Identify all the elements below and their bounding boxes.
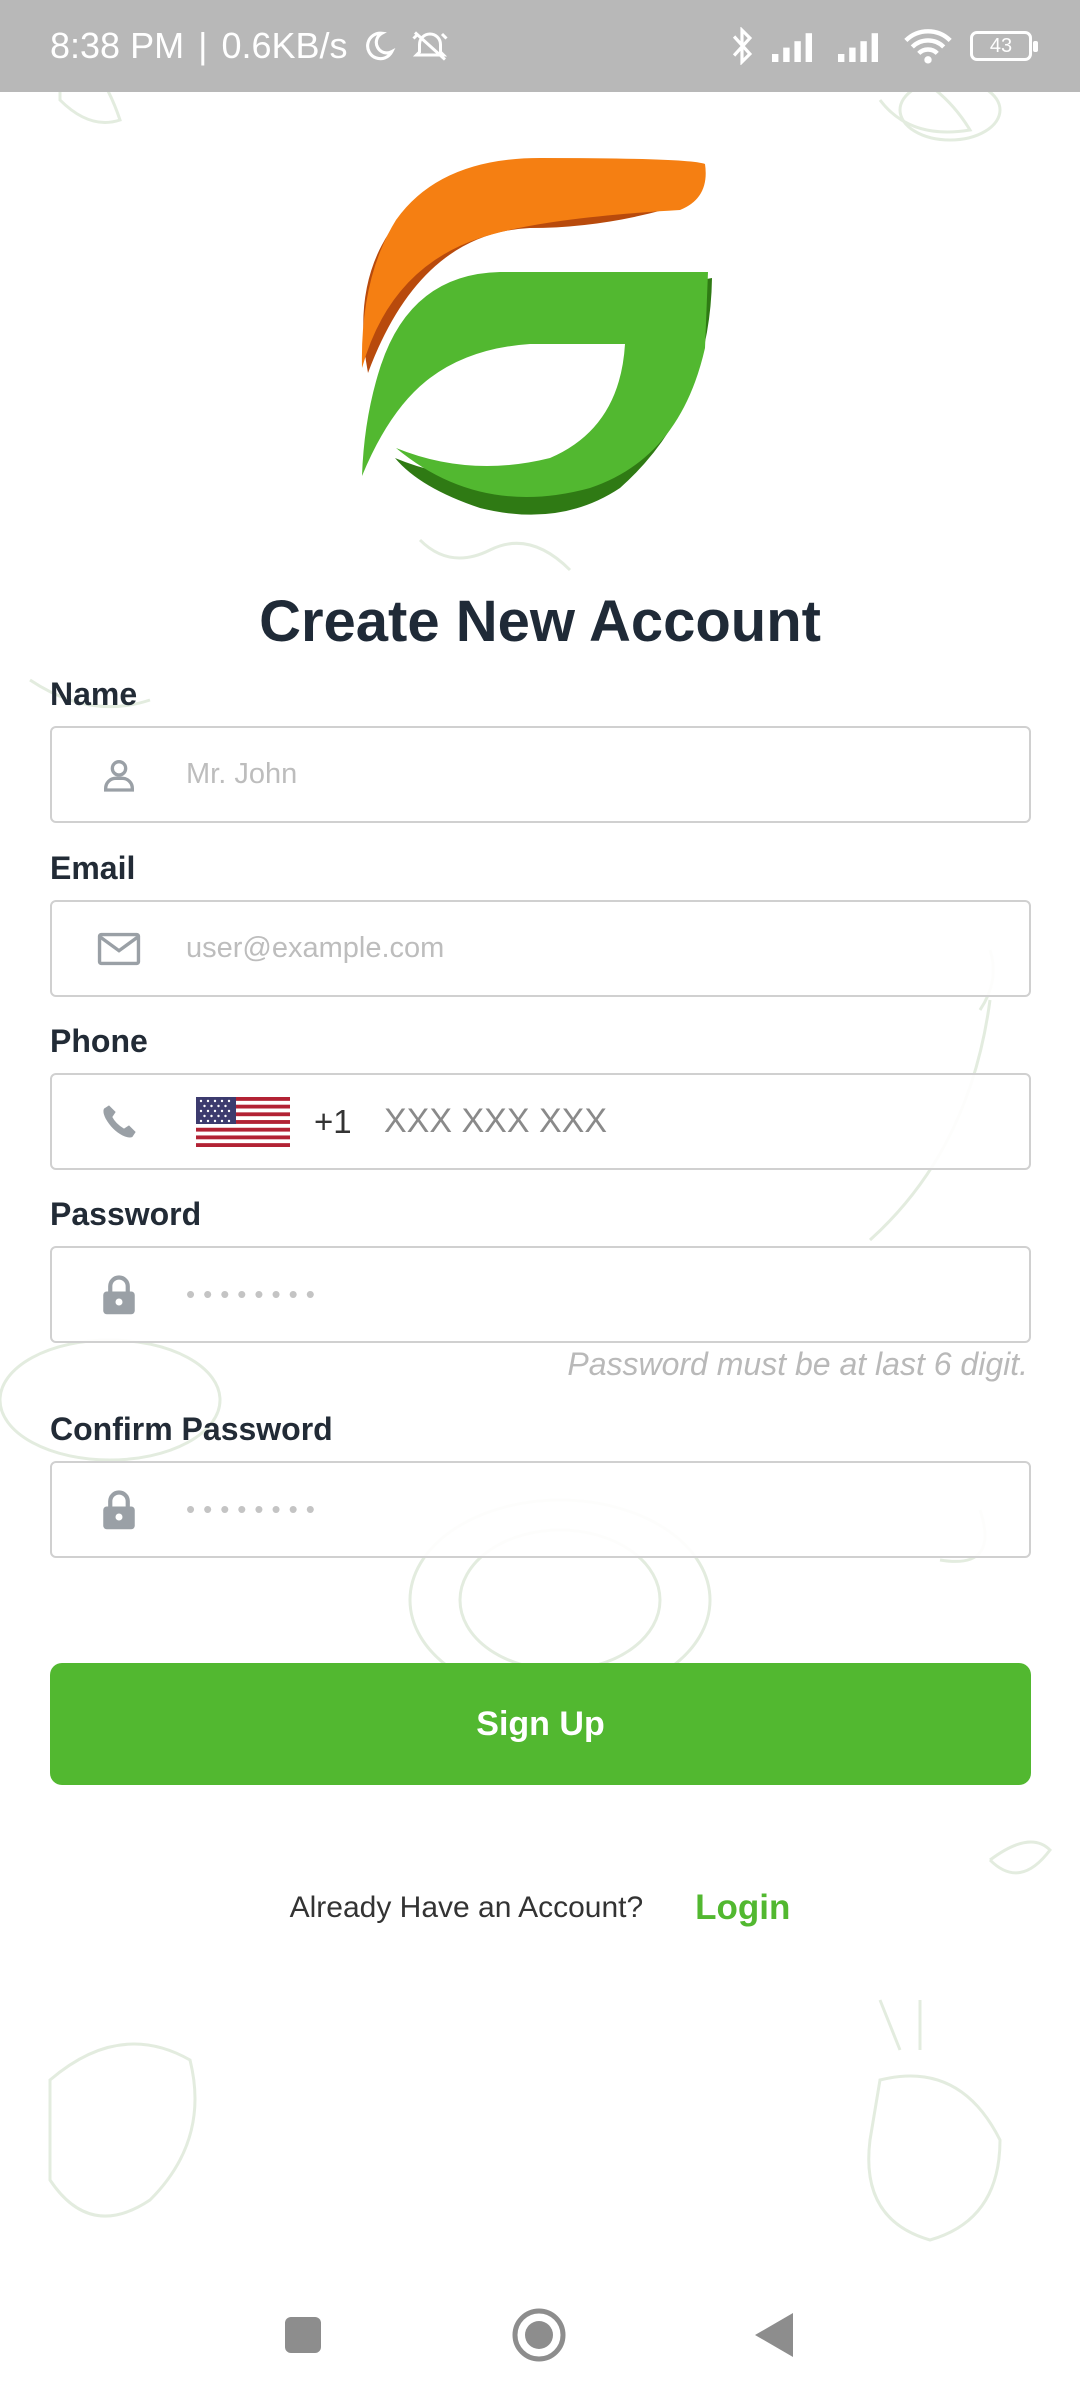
- phone-input[interactable]: [374, 1075, 1029, 1168]
- battery-icon: 43: [970, 31, 1038, 61]
- bluetooth-icon: [730, 27, 754, 65]
- status-bar: 8:38 PM | 0.6KB/s 43: [0, 0, 1080, 92]
- lock-icon: [52, 1248, 186, 1341]
- alarm-off-icon: [410, 28, 450, 64]
- navigation-bar: [0, 2290, 1080, 2380]
- us-flag-icon[interactable]: [196, 1096, 290, 1147]
- phone-icon: [52, 1075, 186, 1168]
- login-question: Already Have an Account?: [289, 1891, 644, 1924]
- password-hint: Password must be at last 6 digit.: [567, 1346, 1028, 1382]
- phone-label: Phone: [50, 1023, 148, 1059]
- name-label: Name: [50, 676, 138, 712]
- email-field-container: [50, 900, 1031, 997]
- sign-up-button[interactable]: Sign Up: [50, 1663, 1031, 1785]
- confirm-password-input[interactable]: [186, 1463, 1029, 1556]
- mail-icon: [52, 902, 186, 995]
- password-input[interactable]: [186, 1248, 1029, 1341]
- login-link[interactable]: Login: [695, 1888, 790, 1928]
- name-field-container: [50, 726, 1031, 823]
- login-prompt: Already Have an Account? Login: [0, 1888, 1080, 1928]
- back-button[interactable]: [753, 2311, 795, 2359]
- password-field-container: [50, 1246, 1031, 1343]
- status-separator: |: [198, 25, 208, 66]
- person-icon: [52, 728, 186, 821]
- lock-icon: [52, 1463, 186, 1556]
- app-logo: [361, 158, 712, 515]
- home-button[interactable]: [511, 2307, 567, 2363]
- page-title: Create New Account: [259, 589, 821, 654]
- confirm-password-field-container: [50, 1461, 1031, 1558]
- moon-icon: [362, 29, 396, 63]
- phone-field-container: +1: [50, 1073, 1031, 1170]
- name-input[interactable]: [186, 728, 1029, 821]
- recents-button[interactable]: [283, 2315, 323, 2355]
- password-label: Password: [50, 1196, 202, 1232]
- email-label: Email: [50, 850, 136, 886]
- wifi-icon: [904, 27, 952, 65]
- confirm-password-label: Confirm Password: [50, 1411, 333, 1447]
- signal-icon-2: [838, 30, 886, 62]
- email-input[interactable]: [186, 902, 1029, 995]
- signal-icon-1: [772, 30, 820, 62]
- battery-level: 43: [989, 34, 1013, 57]
- dial-code[interactable]: +1: [314, 1103, 374, 1141]
- status-time: 8:38 PM: [50, 25, 185, 66]
- network-speed: 0.6KB/s: [221, 25, 348, 66]
